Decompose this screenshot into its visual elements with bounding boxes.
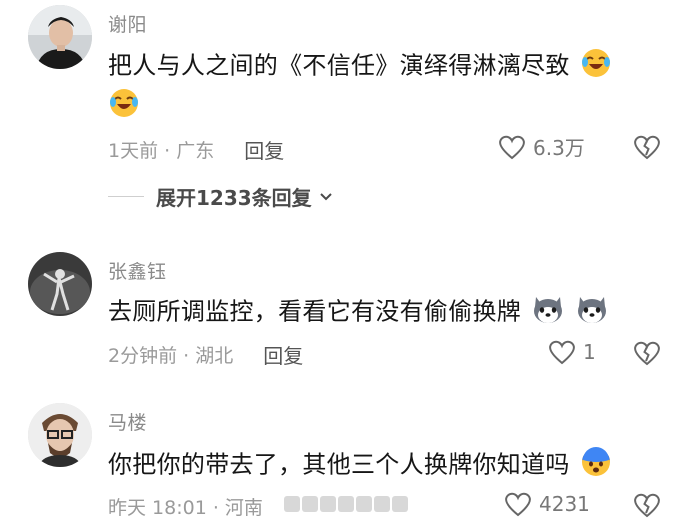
reply-button[interactable]: 回复 (263, 340, 303, 369)
like-button[interactable]: 6.3万 (497, 132, 585, 161)
dislike-button[interactable] (632, 133, 662, 165)
heart-icon (549, 340, 575, 365)
heart-icon (505, 492, 531, 517)
avatar[interactable] (28, 252, 92, 316)
username[interactable]: 谢阳 (108, 10, 147, 37)
comment-text-line: 把人与人之间的《不信任》演绎得淋漓尽致 (108, 51, 570, 80)
broken-heart-icon (634, 341, 660, 366)
like-button[interactable]: 1 (547, 338, 596, 366)
username[interactable]: 张鑫钰 (108, 257, 167, 284)
comment-text-line: 你把你的带去了，其他三个人换牌你知道吗 (108, 450, 570, 479)
timestamp-location: 2分钟前 · 湖北 (108, 345, 234, 367)
heart-icon (499, 135, 525, 159)
avatar[interactable] (28, 403, 92, 467)
laugh-crying-emoji-icon (580, 47, 612, 86)
comment-text-line: 去厕所调监控，看看它有没有偷偷换牌 (108, 297, 522, 326)
husky-dog-emoji-icon (575, 293, 609, 332)
timestamp-location: 1天前 · 广东 (108, 140, 215, 162)
fearful-face-emoji-icon (580, 446, 612, 485)
avatar[interactable] (28, 5, 92, 69)
avatar-image (28, 403, 92, 467)
watermark (284, 496, 408, 512)
like-button[interactable]: 4231 (503, 490, 590, 518)
expand-replies-label: 展开1233条回复 (156, 186, 312, 210)
avatar-image (28, 252, 92, 316)
reply-button[interactable]: 回复 (244, 135, 284, 164)
comment-text-continued (108, 87, 140, 126)
timestamp-location: 昨天 18:01 · 河南 (108, 497, 263, 519)
expand-replies-button[interactable]: 展开1233条回复 (108, 182, 334, 211)
laugh-crying-emoji-icon (108, 87, 140, 126)
like-count: 1 (583, 340, 596, 364)
divider (108, 196, 144, 197)
comment-text: 把人与人之间的《不信任》演绎得淋漓尽致 (108, 47, 612, 86)
husky-dog-emoji-icon (531, 293, 565, 332)
like-count: 6.3万 (533, 136, 585, 160)
dislike-button[interactable] (632, 339, 662, 371)
comment-text: 你把你的带去了，其他三个人换牌你知道吗 (108, 446, 612, 485)
dislike-button[interactable] (632, 491, 662, 523)
broken-heart-icon (634, 135, 660, 160)
comment-text: 去厕所调监控，看看它有没有偷偷换牌 (108, 293, 609, 332)
username[interactable]: 马楼 (108, 408, 147, 435)
avatar-image (28, 5, 92, 69)
comment-meta: 昨天 18:01 · 河南 (108, 493, 263, 520)
broken-heart-icon (634, 493, 660, 518)
comment-meta: 2分钟前 · 湖北 回复 (108, 340, 303, 369)
comment-meta: 1天前 · 广东 回复 (108, 135, 284, 164)
like-count: 4231 (539, 492, 590, 516)
chevron-down-icon (319, 192, 332, 200)
